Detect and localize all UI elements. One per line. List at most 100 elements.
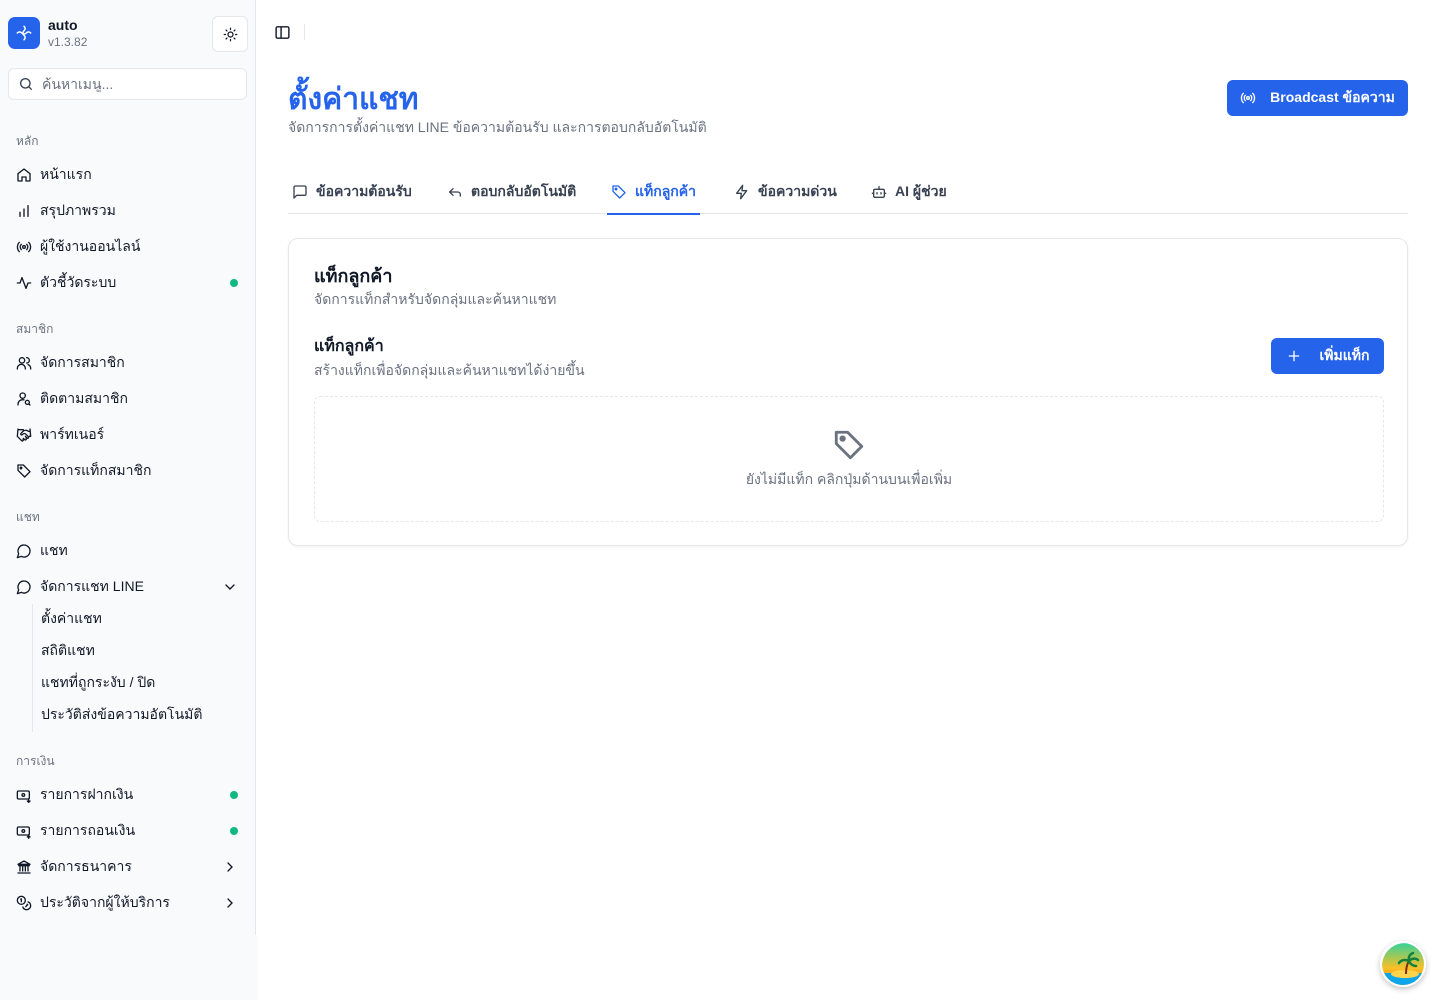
bar-chart-icon (19, 205, 29, 217)
deposit-icon (16, 790, 31, 803)
brand: auto v1.3.82 (8, 16, 248, 52)
sidebar-item-label: จัดการแท็กสมาชิก (40, 462, 152, 478)
sidebar-subitem-suspended-chats[interactable]: แชทที่ถูกระงับ / ปิด (41, 669, 155, 697)
floating-avatar[interactable] (1380, 941, 1426, 987)
sidebar-item-track-members[interactable]: ติดตามสมาชิก (8, 383, 248, 415)
sidebar-item-withdrawals[interactable]: รายการถอนเงิน (8, 815, 248, 847)
page-subtitle: จัดการการตั้งค่าแชท LINE ข้อความต้อนรับ … (288, 119, 707, 135)
section-title: แท็กลูกค้า (314, 338, 384, 355)
sidebar-item-banks[interactable]: จัดการธนาคาร (8, 851, 248, 883)
card-title: แท็กลูกค้า (314, 266, 393, 286)
sidebar-item-label: สรุปภาพรวม (40, 202, 116, 218)
add-tag-button[interactable]: เพิ่มแท็ก (1271, 338, 1384, 374)
sidebar-item-label: จัดการแชท LINE (40, 578, 144, 594)
app-root: auto v1.3.82 หลัก หน้าแรก สรุปภาพรวม ผู้… (0, 0, 1440, 1000)
activity-icon (16, 277, 32, 289)
customer-tags-card: แท็กลูกค้า จัดการแท็กสำหรับจัดกลุ่มและค้… (288, 238, 1408, 546)
page-title: ตั้งค่าแชท (288, 83, 419, 116)
brand-version: v1.3.82 (48, 35, 88, 49)
panel-left-icon (274, 25, 290, 39)
tag-icon (612, 185, 626, 199)
section-label-members: สมาชิก (16, 322, 54, 336)
chevron-right-icon[interactable] (222, 895, 238, 911)
sidebar-item-label: ผู้ใช้งานออนไลน์ (40, 238, 141, 254)
sidebar-item-home[interactable]: หน้าแรก (8, 159, 248, 191)
submenu-guide-line (32, 604, 33, 732)
sidebar-item-label: พาร์ทเนอร์ (40, 426, 105, 442)
tab-label: AI ผู้ช่วย (895, 183, 947, 199)
handshake-icon (16, 428, 32, 442)
user-search-icon (17, 392, 31, 406)
tab-label: แท็กลูกค้า (635, 183, 697, 199)
sidebar-subitem-auto-message-history[interactable]: ประวัติส่งข้อความอัตโนมัติ (41, 701, 202, 729)
sun-icon (223, 27, 237, 41)
add-tag-label: เพิ่มแท็ก (1319, 347, 1370, 363)
message-circle-icon (16, 544, 31, 559)
bot-icon (871, 186, 887, 198)
sidebar-item-manage-members[interactable]: จัดการสมาชิก (8, 347, 248, 379)
empty-state-text: ยังไม่มีแท็ก คลิกปุ่มด้านบนเพื่อเพิ่ม (745, 471, 953, 487)
chevron-right-icon[interactable] (222, 859, 238, 875)
home-icon (17, 168, 31, 182)
tab-label: ตอบกลับอัตโนมัติ (471, 183, 577, 199)
section-subtitle: สร้างแท็กเพื่อจัดกลุ่มและค้นหาแชทได้ง่าย… (314, 362, 585, 378)
sidebar-item-label: จัดการธนาคาร (40, 858, 132, 874)
beach-avatar-icon (1382, 943, 1424, 985)
sidebar-item-label: แชท (40, 542, 68, 558)
tab-welcome-message[interactable]: ข้อความต้อนรับ (292, 170, 412, 214)
users-icon (16, 357, 32, 370)
card-subtitle: จัดการแท็กสำหรับจัดกลุ่มและค้นหาแชท (314, 291, 557, 307)
tag-icon (834, 430, 864, 460)
theme-toggle-button[interactable] (212, 16, 248, 52)
topbar-separator (304, 24, 305, 40)
chevron-down-icon[interactable] (222, 579, 238, 595)
tab-customer-tags[interactable]: แท็กลูกค้า (607, 170, 701, 215)
tag-icon (17, 464, 31, 478)
sidebar-item-label: หน้าแรก (40, 166, 92, 182)
section-label-finance: การเงิน (16, 754, 55, 768)
status-dot (230, 827, 238, 835)
tab-ai-assistant[interactable]: AI ผู้ช่วย (871, 170, 947, 214)
settings-tabs: ข้อความต้อนรับ ตอบกลับอัตโนมัติ แท็กลูกค… (288, 170, 1408, 215)
sidebar-subitem-chat-settings[interactable]: ตั้งค่าแชท (41, 605, 102, 633)
sidebar-footer-area (0, 935, 258, 1000)
radio-icon (16, 241, 32, 253)
sidebar: auto v1.3.82 หลัก หน้าแรก สรุปภาพรวม ผู้… (0, 0, 256, 935)
message-square-icon (293, 185, 307, 199)
radio-icon (1241, 92, 1256, 104)
sidebar-subitem-chat-stats[interactable]: สถิติแชท (41, 637, 95, 665)
tab-quick-messages[interactable]: ข้อความด่วน (734, 170, 837, 214)
broadcast-button[interactable]: Broadcast ข้อความ (1227, 80, 1408, 116)
withdraw-icon (16, 826, 31, 839)
reply-icon (449, 188, 461, 197)
sidebar-item-line-chat[interactable]: จัดการแชท LINE (8, 571, 248, 603)
bank-icon (17, 860, 31, 874)
brand-name: auto (48, 17, 78, 33)
message-circle-icon (16, 580, 31, 595)
sidebar-item-label: ตัวชี้วัดระบบ (40, 274, 117, 290)
sidebar-item-member-tags[interactable]: จัดการแท็กสมาชิก (8, 455, 248, 487)
section-label-chat: แชท (16, 510, 40, 524)
sidebar-item-online-users[interactable]: ผู้ใช้งานออนไลน์ (8, 231, 248, 263)
sidebar-item-label: ประวัติจากผู้ให้บริการ (40, 894, 170, 910)
search-input[interactable] (42, 76, 232, 92)
sidebar-toggle-button[interactable] (270, 20, 294, 44)
sidebar-item-partners[interactable]: พาร์ทเนอร์ (8, 419, 248, 451)
sidebar-item-label: จัดการสมาชิก (40, 354, 125, 370)
empty-state: ยังไม่มีแท็ก คลิกปุ่มด้านบนเพื่อเพิ่ม (314, 396, 1384, 522)
sidebar-item-provider-history[interactable]: ประวัติจากผู้ให้บริการ (8, 887, 248, 919)
search-icon (20, 78, 32, 90)
sidebar-item-system-metrics[interactable]: ตัวชี้วัดระบบ (8, 267, 248, 299)
sidebar-item-label: รายการถอนเงิน (40, 822, 136, 838)
sidebar-item-overview[interactable]: สรุปภาพรวม (8, 195, 248, 227)
menu-search[interactable] (8, 68, 247, 100)
brand-logo-icon[interactable] (8, 17, 40, 49)
status-dot (230, 279, 238, 287)
sidebar-item-chat[interactable]: แชท (8, 535, 248, 567)
sidebar-item-deposits[interactable]: รายการฝากเงิน (8, 779, 248, 811)
tab-auto-reply[interactable]: ตอบกลับอัตโนมัติ (447, 170, 576, 214)
sidebar-item-label: รายการฝากเงิน (40, 786, 134, 802)
status-dot (230, 791, 238, 799)
zap-icon (736, 184, 748, 200)
plus-icon (1288, 350, 1299, 362)
